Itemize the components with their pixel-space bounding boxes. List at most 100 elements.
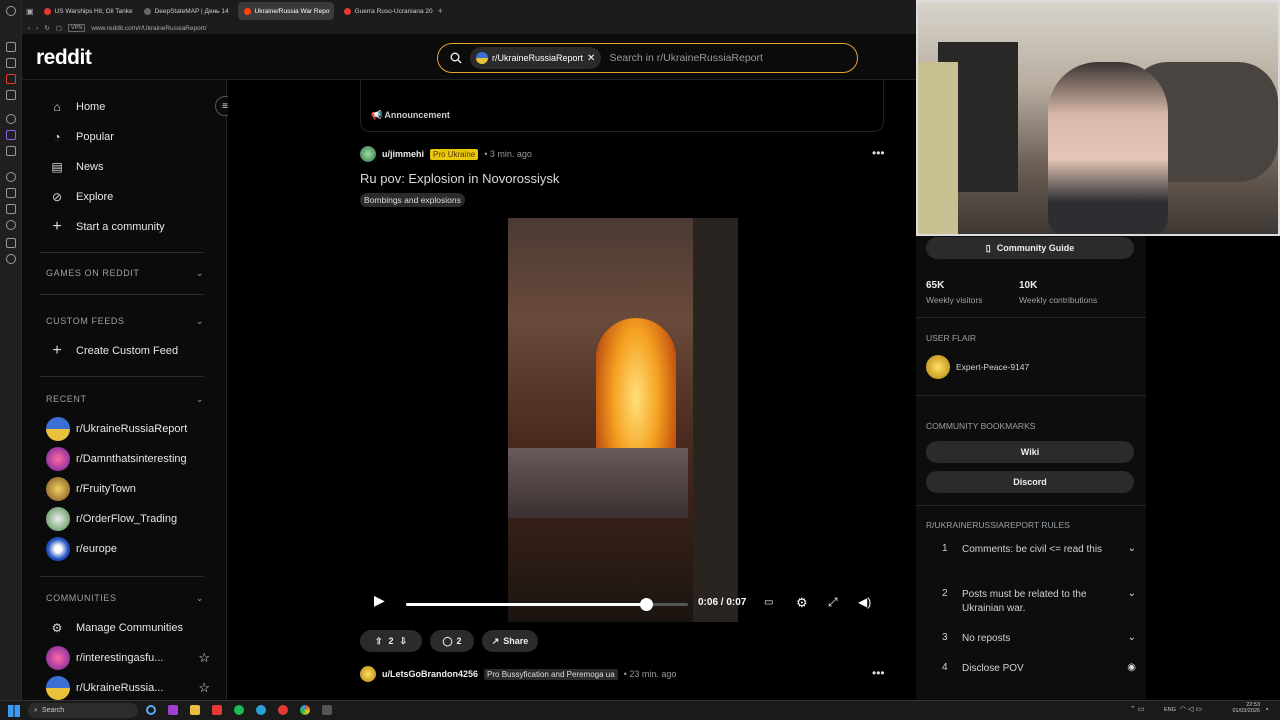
recent-item[interactable]: r/Damnthatsinteresting — [46, 447, 187, 471]
rule-item[interactable]: 4 Disclose POV ◉ — [926, 662, 1136, 676]
divider — [40, 576, 204, 577]
forward-icon[interactable]: › — [36, 25, 38, 32]
x-icon[interactable] — [6, 146, 16, 156]
person — [1048, 62, 1168, 234]
new-tab-button[interactable]: + — [438, 6, 443, 16]
subreddit-avatar — [46, 417, 70, 441]
discord-icon[interactable] — [6, 130, 16, 140]
communities-section-header[interactable]: COMMUNITIES ⌄ — [46, 593, 204, 604]
nav-explore[interactable]: ⊘ Explore — [50, 190, 113, 204]
app-icon[interactable] — [278, 705, 288, 715]
clock-icon[interactable] — [6, 172, 16, 182]
vpn-badge[interactable]: VPN — [67, 24, 86, 32]
telegram-icon[interactable] — [256, 705, 266, 715]
post-author[interactable]: u/jimmehi — [382, 149, 424, 159]
windows-start-icon[interactable] — [8, 705, 20, 717]
address-bar[interactable]: ‹ › ↻ ▢ VPN www.reddit.com/r/UkraineRuss… — [22, 22, 917, 34]
settings-icon[interactable] — [6, 254, 16, 264]
bookmark-wiki[interactable]: Wiki — [926, 441, 1134, 463]
notifications-icon[interactable]: ◔ — [1264, 705, 1269, 714]
url-text[interactable]: www.reddit.com/r/UkraineRussiaReport/ — [91, 25, 206, 32]
video-scrubber[interactable] — [639, 598, 653, 611]
nav-home[interactable]: ⌂ Home — [50, 100, 105, 114]
bookmark-icon[interactable] — [6, 204, 16, 214]
volume-icon[interactable]: ◀) — [858, 595, 871, 609]
announcement-card[interactable]: 📢 Announcement — [360, 80, 884, 132]
reddit-logo[interactable]: reddit — [36, 46, 92, 70]
app-icon[interactable] — [6, 74, 16, 84]
feeds-section-header[interactable]: CUSTOM FEEDS ⌄ — [46, 316, 204, 327]
user-flair-row[interactable]: Expert-Peace-9147 — [926, 355, 1029, 379]
back-icon[interactable]: ‹ — [28, 25, 30, 32]
tray-icons[interactable]: ⌃ ▭ — [1130, 705, 1144, 713]
close-icon[interactable]: ✕ — [587, 53, 595, 64]
manage-communities[interactable]: ⚙ Manage Communities — [50, 621, 183, 635]
folder-icon[interactable] — [190, 705, 200, 715]
notes-icon[interactable] — [6, 90, 16, 100]
games-section-header[interactable]: GAMES ON REDDIT ⌄ — [46, 268, 204, 279]
recent-item[interactable]: r/FruityTown — [46, 477, 136, 501]
more-options-icon[interactable]: ••• — [872, 146, 885, 160]
more-options-icon[interactable]: ••• — [872, 666, 885, 680]
bookmark-discord[interactable]: Discord — [926, 471, 1134, 493]
tab-2[interactable]: Ukraine/Russia War Repo — [237, 2, 334, 20]
post-author[interactable]: u/LetsGoBrandon4256 — [382, 669, 478, 679]
chrome-icon[interactable] — [300, 705, 310, 715]
browser-logo-icon[interactable] — [6, 6, 16, 16]
tab-3[interactable]: Guerra Ruso-Ucraniana 20 — [338, 2, 434, 20]
community-item[interactable]: r/UkraineRussia... ☆ — [46, 676, 210, 700]
bag-icon[interactable] — [6, 58, 16, 68]
search-bar[interactable]: r/UkraineRussiaReport ✕ Search in r/Ukra… — [437, 43, 858, 73]
share-button[interactable]: ↗ Share — [482, 630, 538, 652]
search-input[interactable]: Search in r/UkraineRussiaReport — [609, 52, 762, 64]
language-indicator[interactable]: ENG — [1164, 707, 1176, 713]
star-icon[interactable]: ☆ — [198, 680, 210, 696]
widgets-icon[interactable] — [146, 705, 156, 715]
downvote-icon[interactable]: ⇩ — [400, 636, 408, 647]
community-guide-button[interactable]: ▯ Community Guide — [926, 237, 1134, 259]
captions-icon[interactable]: ▭ — [764, 597, 773, 608]
spotify-icon[interactable] — [234, 705, 244, 715]
subreddit-chip[interactable]: r/UkraineRussiaReport ✕ — [470, 47, 602, 69]
tab-1[interactable]: DeepStateMAP | День 14 — [138, 2, 234, 20]
ai-icon[interactable] — [6, 114, 16, 124]
recent-item[interactable]: r/OrderFlow_Trading — [46, 507, 177, 531]
user-avatar[interactable] — [360, 146, 376, 162]
star-icon[interactable]: ☆ — [198, 650, 210, 666]
nav-news[interactable]: ▤ News — [50, 160, 103, 174]
download-icon[interactable] — [6, 238, 16, 248]
post-title[interactable]: Ru pov: Explosion in Novorossiysk — [360, 171, 559, 186]
rule-item[interactable]: 3 No reposts ⌄ — [926, 632, 1136, 646]
video-progress-track[interactable] — [406, 598, 688, 611]
taskbar-search[interactable]: ⌕ Search — [28, 703, 138, 718]
post-flair-tag[interactable]: Bombings and explosions — [360, 193, 465, 207]
play-icon[interactable] — [6, 188, 16, 198]
clock[interactable]: 22:53 01/03/2026 — [1228, 702, 1260, 714]
nav-start-community[interactable]: + Start a community — [50, 218, 164, 235]
create-custom-feed[interactable]: + Create Custom Feed — [50, 342, 178, 359]
community-item[interactable]: r/interestingasfu... ☆ — [46, 646, 210, 670]
vote-count: 2 — [388, 636, 394, 646]
recent-item[interactable]: r/UkraineRussiaReport — [46, 417, 187, 441]
app-icon[interactable] — [168, 705, 178, 715]
app-icon[interactable] — [212, 705, 222, 715]
rule-item[interactable]: 1 Comments: be civil <= read this ⌄ — [926, 543, 1136, 557]
app-icon[interactable] — [322, 705, 332, 715]
video-player[interactable]: ▶ 0:06 / 0:07 ▭ ⚙ ⤢ ◀) — [360, 218, 884, 622]
nav-popular[interactable]: ◔ Popular — [50, 130, 114, 144]
recent-section-header[interactable]: RECENT ⌄ — [46, 394, 204, 405]
network-icon[interactable]: ◠ ◁ ▭ — [1180, 705, 1202, 713]
comments-button[interactable]: ◯ 2 — [430, 630, 474, 652]
upvote-icon[interactable]: ⇧ — [375, 636, 383, 647]
recent-icon[interactable] — [6, 220, 16, 230]
user-avatar[interactable] — [360, 666, 376, 682]
play-icon[interactable]: ▶ — [374, 592, 385, 609]
fullscreen-icon[interactable]: ⤢ — [828, 595, 838, 610]
rule-item[interactable]: 2 Posts must be related to the Ukrainian … — [926, 588, 1136, 616]
history-icon[interactable] — [6, 42, 16, 52]
tab-list-icon[interactable]: ▣ — [26, 7, 34, 16]
recent-item[interactable]: r/europe — [46, 537, 117, 561]
tab-0[interactable]: US Warships Hit, Oil Tanke — [38, 2, 134, 20]
gear-icon[interactable]: ⚙ — [796, 595, 808, 611]
reload-icon[interactable]: ↻ — [44, 24, 49, 32]
